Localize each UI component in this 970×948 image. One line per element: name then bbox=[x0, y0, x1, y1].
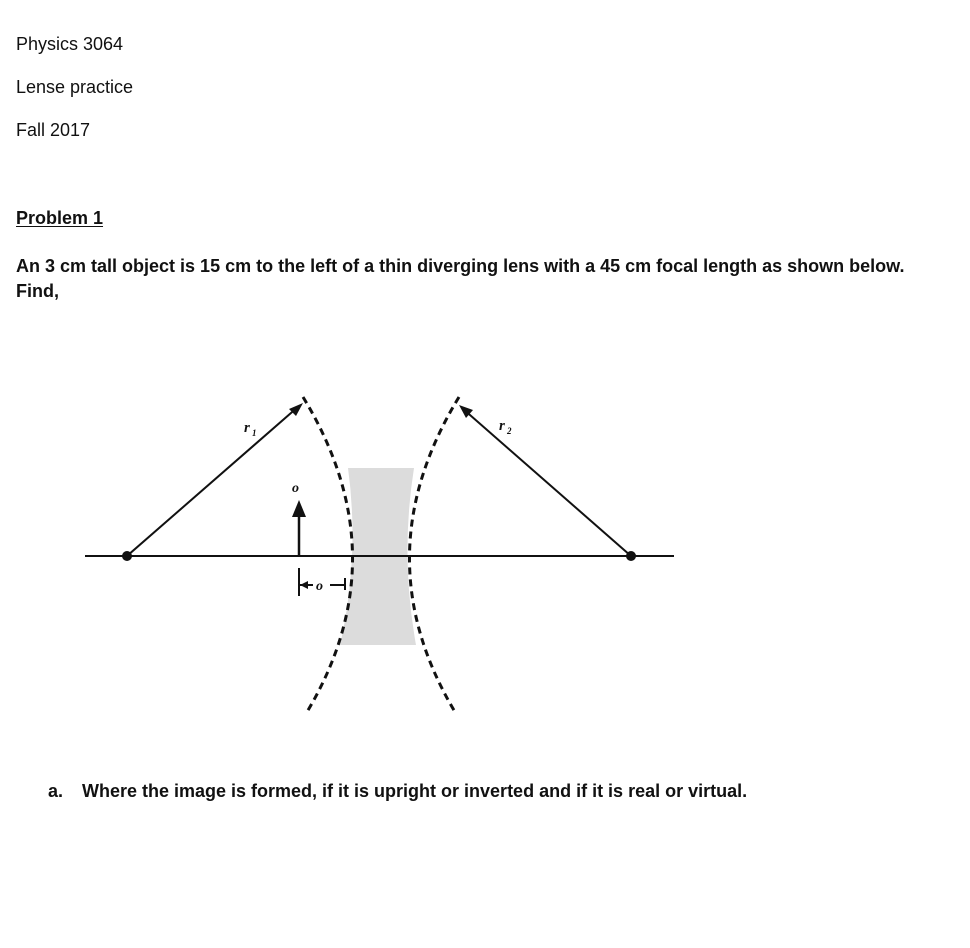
question-a-label: a. bbox=[48, 781, 64, 801]
problem-heading: Problem 1 bbox=[16, 208, 104, 228]
label-r2: r bbox=[499, 418, 505, 434]
center-of-curvature-left bbox=[122, 551, 132, 561]
lens-surface-left bbox=[301, 396, 354, 713]
radius-r1-line bbox=[126, 405, 300, 557]
label-object-distance: o bbox=[316, 579, 323, 594]
term-label: Fall 2017 bbox=[16, 120, 91, 140]
topic-title: Lense practice bbox=[16, 77, 134, 97]
course-title: Physics 3064 bbox=[16, 34, 124, 54]
label-r1-subscript: 1 bbox=[252, 428, 257, 438]
object-arrow-head bbox=[292, 500, 306, 517]
problem-statement: An 3 cm tall object is 15 cm to the left… bbox=[16, 256, 905, 301]
label-r2-subscript: 2 bbox=[506, 426, 512, 436]
question-a-text: Where the image is formed, if it is upri… bbox=[82, 781, 748, 801]
radius-r2-line bbox=[461, 407, 632, 557]
label-object: o bbox=[292, 481, 299, 496]
lens-diagram: r 1 r 2 o o bbox=[85, 396, 674, 713]
object-distance-arrowhead bbox=[300, 581, 308, 589]
question-a: a. Where the image is formed, if it is up… bbox=[48, 781, 747, 802]
label-r1: r bbox=[244, 420, 250, 436]
center-of-curvature-right bbox=[626, 551, 636, 561]
lens-surface-right bbox=[408, 396, 461, 713]
